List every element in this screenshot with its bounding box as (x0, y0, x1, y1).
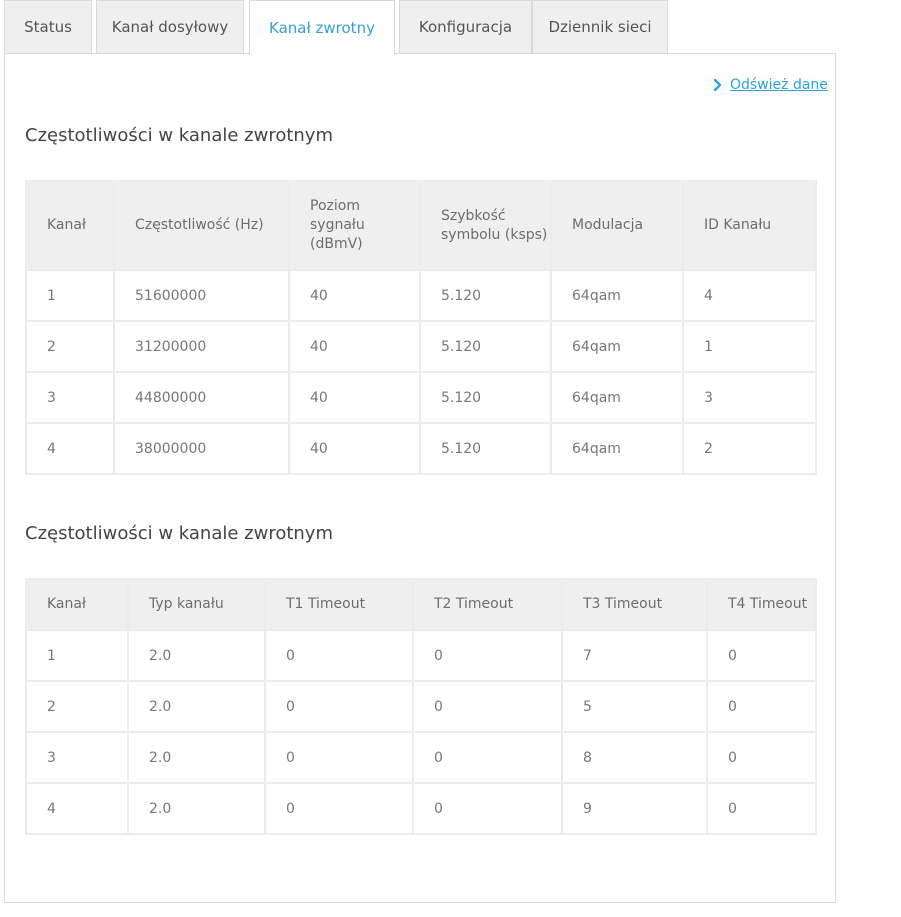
table-cell: 0 (412, 782, 563, 835)
table-cell: 1 (682, 320, 817, 373)
table-cell: 38000000 (113, 422, 290, 475)
table-header-row: Kanał Typ kanału T1 Timeout T2 Timeout T… (25, 578, 817, 631)
chevron-right-icon (713, 78, 722, 92)
table-cell: 31200000 (113, 320, 290, 373)
table-row: 2 31200000 40 5.120 64qam 1 (25, 320, 817, 373)
timeout-table: Kanał Typ kanału T1 Timeout T2 Timeout T… (25, 578, 817, 835)
table-cell: 9 (561, 782, 708, 835)
table-cell: 5.120 (419, 269, 552, 322)
table-cell: 2.0 (127, 629, 266, 682)
table-cell: 0 (412, 680, 563, 733)
section-title-timeouts: Częstotliwości w kanale zwrotnym (25, 523, 333, 544)
table-cell: 1 (25, 629, 129, 682)
section-title-upstream-frequencies: Częstotliwości w kanale zwrotnym (25, 125, 333, 146)
table-row: 3 44800000 40 5.120 64qam 3 (25, 371, 817, 424)
table-cell: 0 (264, 731, 414, 784)
table-cell: 2.0 (127, 731, 266, 784)
column-header: Częstotliwość (Hz) (113, 180, 290, 271)
tab-kanal-dosylowy[interactable]: Kanał dosyłowy (96, 0, 244, 53)
table-cell: 5.120 (419, 422, 552, 475)
table-cell: 0 (264, 680, 414, 733)
table-cell: 64qam (550, 422, 684, 475)
table-cell: 7 (561, 629, 708, 682)
table-cell: 2.0 (127, 680, 266, 733)
table-cell: 0 (706, 731, 817, 784)
table-cell: 2.0 (127, 782, 266, 835)
table-header-row: Kanał Częstotliwość (Hz) Poziom sygnału … (25, 180, 817, 271)
table-cell: 1 (25, 269, 115, 322)
column-header: Typ kanału (127, 578, 266, 631)
tab-kanal-zwrotny[interactable]: Kanał zwrotny (249, 0, 395, 55)
column-header: T1 Timeout (264, 578, 414, 631)
column-header: T2 Timeout (412, 578, 563, 631)
table-cell: 51600000 (113, 269, 290, 322)
column-header: Poziom sygnału (dBmV) (288, 180, 421, 271)
table-cell: 40 (288, 422, 421, 475)
column-header: ID Kanału (682, 180, 817, 271)
column-header: Szybkość symbolu (ksps) (419, 180, 552, 271)
table-row: 1 51600000 40 5.120 64qam 4 (25, 269, 817, 322)
refresh-link[interactable]: Odśwież dane (712, 75, 828, 95)
column-header: T4 Timeout (706, 578, 817, 631)
table-cell: 40 (288, 320, 421, 373)
table-cell: 0 (264, 629, 414, 682)
table-row: 1 2.0 0 0 7 0 (25, 629, 817, 682)
table-cell: 64qam (550, 320, 684, 373)
table-row: 3 2.0 0 0 8 0 (25, 731, 817, 784)
refresh-label: Odśwież dane (730, 77, 828, 93)
table-cell: 0 (412, 629, 563, 682)
table-cell: 3 (25, 371, 115, 424)
table-cell: 0 (706, 629, 817, 682)
table-cell: 0 (706, 680, 817, 733)
table-cell: 3 (682, 371, 817, 424)
table-cell: 2 (25, 320, 115, 373)
upstream-frequency-table: Kanał Częstotliwość (Hz) Poziom sygnału … (25, 180, 817, 475)
table-row: 4 38000000 40 5.120 64qam 2 (25, 422, 817, 475)
table-cell: 0 (706, 782, 817, 835)
table-cell: 40 (288, 269, 421, 322)
tab-konfiguracja[interactable]: Konfiguracja (399, 0, 532, 53)
tab-dziennik-sieci[interactable]: Dziennik sieci (532, 0, 668, 53)
table-cell: 5.120 (419, 320, 552, 373)
column-header: T3 Timeout (561, 578, 708, 631)
tab-status[interactable]: Status (4, 0, 92, 53)
table-cell: 2 (682, 422, 817, 475)
table-cell: 44800000 (113, 371, 290, 424)
column-header: Modulacja (550, 180, 684, 271)
table-cell: 4 (25, 422, 115, 475)
table-row: 4 2.0 0 0 9 0 (25, 782, 817, 835)
table-cell: 5 (561, 680, 708, 733)
table-row: 2 2.0 0 0 5 0 (25, 680, 817, 733)
column-header: Kanał (25, 578, 129, 631)
table-cell: 64qam (550, 269, 684, 322)
table-cell: 2 (25, 680, 129, 733)
table-cell: 40 (288, 371, 421, 424)
table-cell: 64qam (550, 371, 684, 424)
table-cell: 4 (682, 269, 817, 322)
table-cell: 0 (264, 782, 414, 835)
column-header: Kanał (25, 180, 115, 271)
table-cell: 8 (561, 731, 708, 784)
table-cell: 3 (25, 731, 129, 784)
table-cell: 0 (412, 731, 563, 784)
table-cell: 4 (25, 782, 129, 835)
table-cell: 5.120 (419, 371, 552, 424)
